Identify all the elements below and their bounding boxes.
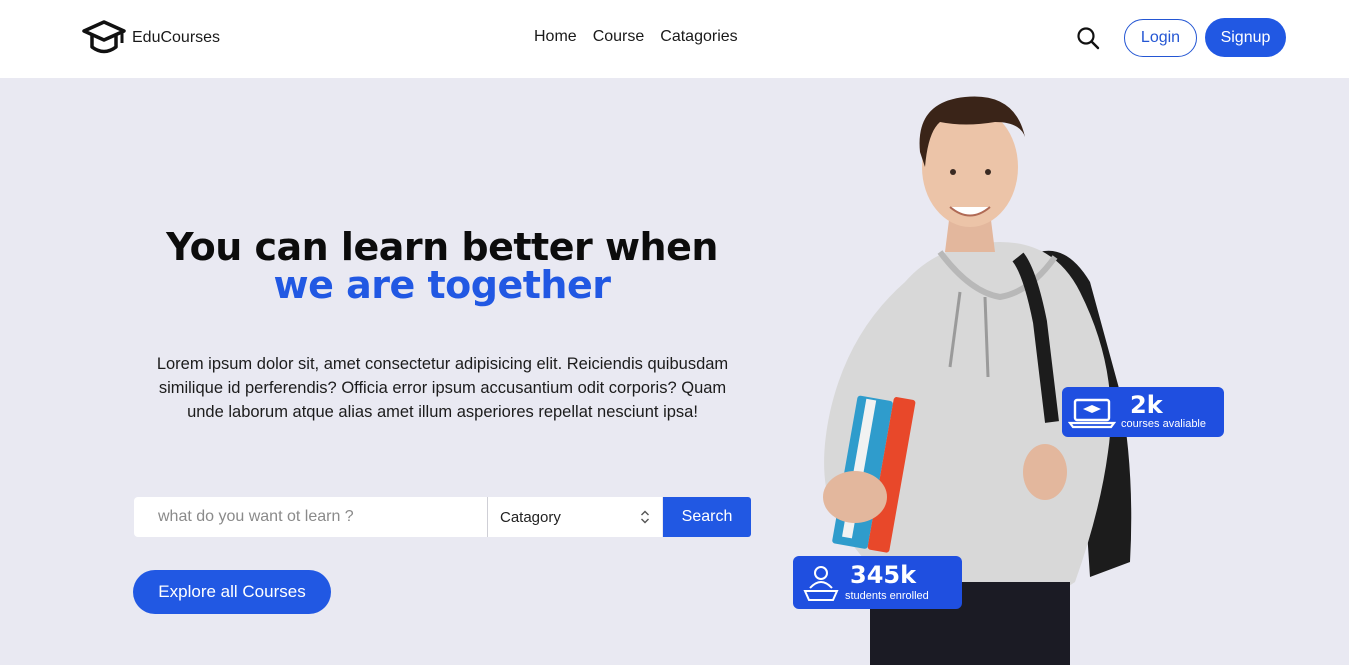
students-count: 345k (850, 561, 917, 589)
category-select[interactable]: Catagory (487, 497, 662, 537)
search-icon[interactable] (1076, 26, 1100, 50)
courses-stat-badge: 2k courses avaliable (1062, 387, 1224, 437)
student-laptop-icon (803, 566, 839, 601)
nav-links: Home Course Catagories (534, 28, 738, 46)
search-button[interactable]: Search (663, 497, 751, 537)
select-arrows-icon (641, 510, 649, 524)
headline-line-2: we are together (273, 263, 611, 307)
hero-description: Lorem ipsum dolor sit, amet consectetur … (156, 355, 729, 421)
course-search-bar: Catagory Search (134, 497, 751, 537)
search-input[interactable] (134, 497, 487, 537)
brand-name: EduCourses (132, 29, 221, 46)
hero-headline: You can learn better when we are togethe… (120, 228, 764, 304)
nav-link-home[interactable]: Home (534, 28, 577, 46)
graduation-cap-icon (82, 20, 126, 54)
nav-link-categories[interactable]: Catagories (660, 28, 737, 46)
nav-link-course[interactable]: Course (593, 28, 645, 46)
explore-courses-button[interactable]: Explore all Courses (133, 570, 331, 614)
students-label: students enrolled (845, 590, 929, 602)
login-button[interactable]: Login (1124, 19, 1197, 57)
headline-line-1: You can learn better when (166, 225, 718, 269)
signup-button[interactable]: Signup (1205, 18, 1286, 57)
courses-count: 2k (1130, 391, 1163, 419)
navbar: EduCourses Home Course Catagories Login … (0, 0, 1349, 78)
category-select-value: Catagory (500, 508, 561, 526)
courses-label: courses avaliable (1121, 418, 1206, 430)
students-stat-badge: 345k students enrolled (793, 556, 962, 609)
brand[interactable]: EduCourses (82, 19, 220, 57)
laptop-graduation-icon (1068, 398, 1116, 429)
